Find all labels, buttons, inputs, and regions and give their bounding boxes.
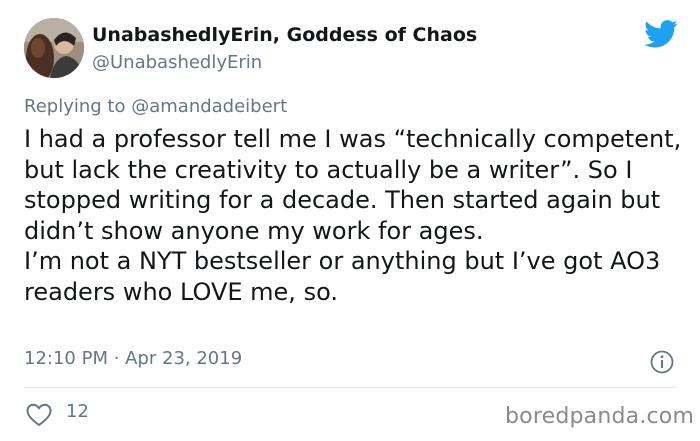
tweet-card: UnabashedlyErin, Goddess of Chaos @Unaba… [0, 0, 700, 441]
display-name[interactable]: UnabashedlyErin, Goddess of Chaos [92, 24, 477, 46]
replying-to-prefix: Replying to [24, 96, 126, 117]
tweet-paragraph: I had a professor tell me I was “technic… [24, 125, 682, 245]
twitter-bird-icon [644, 20, 678, 48]
info-icon[interactable] [650, 350, 674, 374]
user-handle[interactable]: @UnabashedlyErin [92, 52, 262, 73]
timestamp[interactable]: 12:10 PM · Apr 23, 2019 [24, 348, 242, 369]
replying-to: Replying to @amandadeibert [24, 96, 287, 117]
divider [24, 387, 676, 388]
mention-link[interactable]: @amandadeibert [131, 96, 287, 117]
heart-icon[interactable] [26, 403, 52, 427]
avatar[interactable] [24, 18, 84, 78]
tweet-paragraph: I’m not a NYT bestseller or anything but… [24, 247, 661, 306]
like-count: 12 [66, 401, 89, 422]
tweet-text: I had a professor tell me I was “technic… [24, 124, 684, 307]
watermark: boredpanda.com [505, 404, 695, 429]
